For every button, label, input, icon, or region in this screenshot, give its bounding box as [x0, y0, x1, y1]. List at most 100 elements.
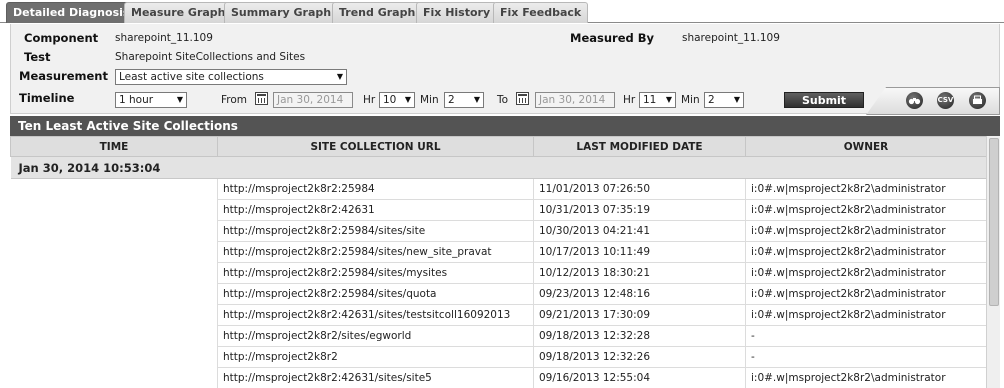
from-minute-select[interactable]: 2 ▼: [444, 92, 484, 108]
site-collection-url-cell: http://msproject2k8r2:42631/sites/testsi…: [217, 304, 534, 326]
time-cell: [10, 178, 218, 200]
table-header-row: TIME SITE COLLECTION URL LAST MODIFIED D…: [10, 136, 986, 157]
column-header-time[interactable]: TIME: [10, 136, 218, 157]
time-cell: [10, 283, 218, 305]
print-icon[interactable]: [969, 92, 986, 109]
to-min-label: Min: [681, 94, 700, 106]
chevron-down-icon: ▼: [404, 95, 411, 104]
owner-cell: i:0#.w|msproject2k8r2\administrator: [745, 304, 986, 326]
table-row: http://msproject2k8r2:25984 11/01/2013 07…: [10, 178, 986, 200]
site-collection-url-cell: http://msproject2k8r2:42631/sites/site5: [217, 367, 534, 388]
measurement-select-value: Least active site collections: [119, 71, 264, 83]
table-row: http://msproject2k8r2:25984/sites/quota 0…: [10, 283, 986, 305]
calendar-icon[interactable]: [516, 92, 529, 105]
test-value: Sharepoint SiteCollections and Sites: [115, 51, 306, 63]
calendar-icon[interactable]: [255, 92, 268, 105]
from-minute-value: 2: [448, 94, 455, 106]
results-table: TIME SITE COLLECTION URL LAST MODIFIED D…: [10, 136, 986, 388]
tab-bar: Detailed Diagnosis Measure Graph Summary…: [0, 0, 1004, 23]
time-cell: [10, 220, 218, 242]
site-collection-url-cell: http://msproject2k8r2:25984/sites/new_si…: [217, 241, 534, 263]
timeline-label: Timeline: [19, 91, 75, 105]
results-grid: TIME SITE COLLECTION URL LAST MODIFIED D…: [10, 136, 986, 388]
last-modified-date-cell: 10/30/2013 04:21:41: [533, 220, 746, 242]
owner-cell: i:0#.w|msproject2k8r2\administrator: [745, 241, 986, 263]
site-collection-url-cell: http://msproject2k8r2: [217, 346, 534, 368]
chevron-down-icon: ▼: [176, 95, 183, 104]
time-cell: [10, 262, 218, 284]
time-cell: [10, 325, 218, 347]
owner-cell: i:0#.w|msproject2k8r2\administrator: [745, 220, 986, 242]
last-modified-date-cell: 09/18/2013 12:32:26: [533, 346, 746, 368]
tab-trend-graph[interactable]: Trend Graph: [332, 2, 423, 23]
binoculars-icon[interactable]: [906, 92, 923, 109]
results-title: Ten Least Active Site Collections: [10, 116, 1000, 136]
submit-button[interactable]: Submit: [784, 92, 864, 108]
table-row: http://msproject2k8r2 09/18/2013 12:32:26…: [10, 346, 986, 368]
to-date-input[interactable]: Jan 30, 2014: [535, 92, 615, 108]
last-modified-date-cell: 10/31/2013 07:35:19: [533, 199, 746, 221]
site-collection-url-cell: http://msproject2k8r2:25984/sites/site: [217, 220, 534, 242]
tab-fix-history[interactable]: Fix History: [416, 2, 498, 23]
from-label: From: [221, 94, 248, 106]
to-hr-label: Hr: [623, 94, 636, 106]
group-row: Jan 30, 2014 10:53:04: [10, 156, 986, 179]
table-row: http://msproject2k8r2:42631/sites/testsi…: [10, 304, 986, 326]
measurement-label: Measurement: [19, 69, 108, 83]
to-label: To: [497, 94, 509, 106]
to-hour-select[interactable]: 11 ▼: [639, 92, 676, 108]
table-row: http://msproject2k8r2:42631/sites/site5 0…: [10, 367, 986, 388]
printer-glyph: [973, 95, 982, 104]
test-label: Test: [24, 50, 51, 64]
measured-by-label: Measured By: [570, 31, 655, 45]
chevron-down-icon: ▼: [473, 95, 480, 104]
last-modified-date-cell: 09/23/2013 12:48:16: [533, 283, 746, 305]
timeline-select[interactable]: 1 hour ▼: [115, 92, 187, 108]
site-collection-url-cell: http://msproject2k8r2:25984/sites/mysite…: [217, 262, 534, 284]
table-row: http://msproject2k8r2:25984/sites/mysite…: [10, 262, 986, 284]
site-collection-url-cell: http://msproject2k8r2:25984/sites/quota: [217, 283, 534, 305]
vertical-scrollbar[interactable]: [986, 136, 1000, 388]
time-cell: [10, 304, 218, 326]
measurement-select[interactable]: Least active site collections ▼: [115, 69, 347, 85]
column-header-last-modified-date[interactable]: LAST MODIFIED DATE: [533, 136, 746, 157]
owner-cell: i:0#.w|msproject2k8r2\administrator: [745, 178, 986, 200]
scrollbar-thumb[interactable]: [989, 138, 999, 306]
to-minute-value: 2: [708, 94, 715, 106]
from-hour-value: 10: [383, 94, 397, 106]
to-minute-select[interactable]: 2 ▼: [704, 92, 744, 108]
csv-icon[interactable]: CSV: [937, 92, 954, 109]
group-time: Jan 30, 2014 10:53:04: [10, 156, 986, 179]
table-row: http://msproject2k8r2/sites/egworld 09/18…: [10, 325, 986, 347]
from-date-input[interactable]: Jan 30, 2014: [273, 92, 353, 108]
owner-cell: i:0#.w|msproject2k8r2\administrator: [745, 283, 986, 305]
owner-cell: i:0#.w|msproject2k8r2\administrator: [745, 199, 986, 221]
tab-summary-graph[interactable]: Summary Graph: [224, 2, 339, 23]
table-row: http://msproject2k8r2:25984/sites/new_si…: [10, 241, 986, 263]
site-collection-url-cell: http://msproject2k8r2:25984: [217, 178, 534, 200]
last-modified-date-cell: 09/18/2013 12:32:28: [533, 325, 746, 347]
chevron-down-icon: ▼: [336, 72, 343, 81]
column-header-site-collection-url[interactable]: SITE COLLECTION URL: [217, 136, 534, 157]
column-header-owner[interactable]: OWNER: [745, 136, 986, 157]
last-modified-date-cell: 10/17/2013 10:11:49: [533, 241, 746, 263]
site-collection-url-cell: http://msproject2k8r2:42631: [217, 199, 534, 221]
from-hour-select[interactable]: 10 ▼: [379, 92, 415, 108]
time-cell: [10, 199, 218, 221]
time-cell: [10, 346, 218, 368]
timeline-select-value: 1 hour: [119, 94, 154, 106]
last-modified-date-cell: 10/12/2013 18:30:21: [533, 262, 746, 284]
owner-cell: i:0#.w|msproject2k8r2\administrator: [745, 367, 986, 388]
tab-detailed-diagnosis[interactable]: Detailed Diagnosis: [6, 2, 137, 23]
table-row: http://msproject2k8r2:25984/sites/site 10…: [10, 220, 986, 242]
component-value: sharepoint_11.109: [115, 32, 213, 44]
table-row: http://msproject2k8r2:42631 10/31/2013 07…: [10, 199, 986, 221]
last-modified-date-cell: 11/01/2013 07:26:50: [533, 178, 746, 200]
measured-by-value: sharepoint_11.109: [682, 32, 780, 44]
owner-cell: -: [745, 346, 986, 368]
from-min-label: Min: [420, 94, 439, 106]
tab-measure-graph[interactable]: Measure Graph: [124, 2, 233, 23]
tab-fix-feedback[interactable]: Fix Feedback: [493, 2, 589, 23]
chevron-down-icon: ▼: [665, 95, 672, 104]
binoculars-glyph: [908, 98, 921, 105]
